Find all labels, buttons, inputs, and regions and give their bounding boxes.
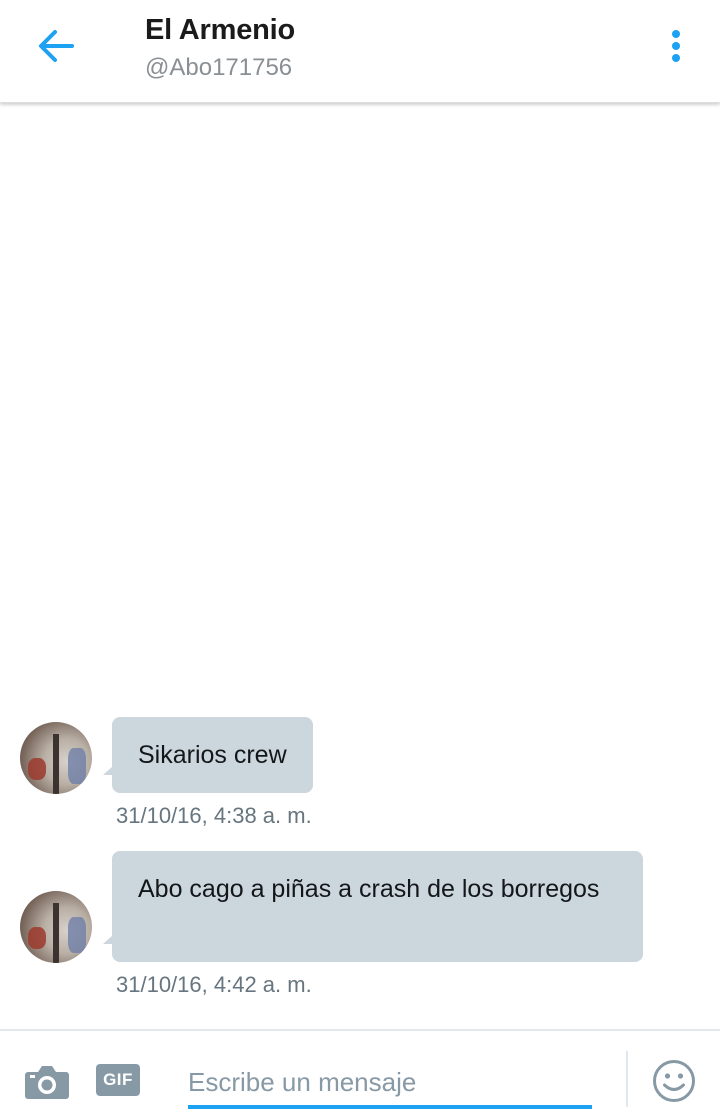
message-text: Abo cago a piñas a crash de los borregos — [138, 875, 600, 903]
more-vertical-icon — [672, 30, 680, 38]
camera-icon — [25, 1066, 69, 1099]
gif-button[interactable]: GIF — [96, 1064, 140, 1096]
avatar[interactable] — [20, 891, 92, 963]
conversation-title[interactable]: El Armenio — [145, 14, 295, 47]
camera-button[interactable] — [24, 1063, 70, 1101]
message-timestamp: 31/10/16, 4:42 a. m. — [116, 972, 312, 997]
message-text: Sikarios crew — [138, 741, 287, 769]
avatar[interactable] — [20, 722, 92, 794]
smiley-icon — [653, 1060, 695, 1102]
message-timestamp: 31/10/16, 4:38 a. m. — [116, 803, 312, 828]
emoji-button[interactable] — [652, 1059, 696, 1103]
arrow-left-icon — [39, 30, 74, 62]
conversation-handle: @Abo171756 — [145, 54, 293, 81]
more-options-button[interactable] — [660, 26, 692, 66]
message-input[interactable] — [188, 1059, 592, 1109]
message-bubble[interactable]: Sikarios crew — [103, 717, 313, 793]
divider — [626, 1051, 628, 1107]
conversation-header: El Armenio @Abo171756 — [0, 0, 720, 103]
back-button[interactable] — [34, 26, 78, 66]
message-bubble[interactable]: Abo cago a piñas a crash de los borregos — [103, 851, 643, 962]
message-composer: GIF — [0, 1029, 720, 1118]
